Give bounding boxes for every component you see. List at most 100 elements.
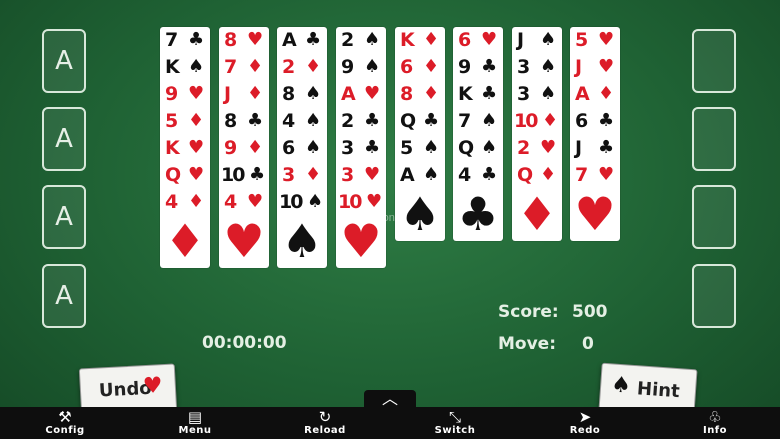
card-stack: 8 ♥ 7 ♦ J ♦ 8 ♣ 9 ♦ 10 ♣ 4 ♥ ♥: [219, 27, 269, 268]
free-cell-4[interactable]: [692, 264, 736, 328]
foundation-slot-1[interactable]: A: [42, 29, 86, 93]
card[interactable]: 6 ♥: [453, 27, 503, 53]
card[interactable]: 7 ♠: [453, 108, 503, 134]
card[interactable]: K ♥: [160, 135, 210, 161]
foundation-slot-4[interactable]: A: [42, 264, 86, 328]
card[interactable]: 4 ♣: [453, 162, 503, 188]
card-big-suit-icon: ♥: [574, 187, 616, 241]
menu-button[interactable]: ▤ Menu: [160, 407, 230, 439]
card-suit-icon: ♥: [364, 83, 381, 104]
free-cell-3[interactable]: [692, 185, 736, 249]
config-label: Config: [45, 425, 85, 436]
card[interactable]: 3 ♦: [277, 162, 327, 188]
card[interactable]: Q ♠: [453, 135, 503, 161]
card[interactable]: Q ♦: [512, 162, 562, 188]
card-rank: 10: [338, 191, 362, 213]
card[interactable]: 9 ♣: [453, 54, 503, 80]
card-suit-icon: ♦: [188, 191, 205, 212]
card-rank: 7: [458, 110, 472, 132]
card-rank: Q: [400, 110, 417, 132]
card-suit-icon: ♦: [423, 83, 440, 104]
card[interactable]: J ♠: [512, 27, 562, 53]
card-rank: 2: [517, 137, 531, 159]
card-rank: K: [458, 83, 473, 105]
card-suit-icon: ♠: [423, 137, 440, 158]
card-suit-icon: ♠: [481, 137, 498, 158]
card[interactable]: 10 ♠: [277, 189, 327, 215]
card[interactable]: 3 ♠: [512, 81, 562, 107]
card[interactable]: 7 ♦: [219, 54, 269, 80]
card[interactable]: 9 ♦: [219, 135, 269, 161]
score-value: 500: [572, 302, 608, 322]
card[interactable]: K ♠: [160, 54, 210, 80]
card-rank: 5: [400, 137, 414, 159]
card[interactable]: 2 ♥: [512, 135, 562, 161]
card[interactable]: K ♣: [453, 81, 503, 107]
card-suit-icon: ♠: [481, 110, 498, 131]
card[interactable]: 6 ♣: [570, 108, 620, 134]
card[interactable]: 5 ♠: [395, 135, 445, 161]
card[interactable]: 6 ♦: [395, 54, 445, 80]
card[interactable]: 3 ♣: [336, 135, 386, 161]
config-button[interactable]: ⚒ Config: [30, 407, 100, 439]
card[interactable]: 3 ♥: [336, 162, 386, 188]
card-suit-icon: ♠: [188, 56, 205, 77]
card-suit-icon: ♠: [305, 83, 322, 104]
card[interactable]: J ♣: [570, 135, 620, 161]
free-cell-2[interactable]: [692, 107, 736, 171]
info-button[interactable]: ♧ Info: [680, 407, 750, 439]
card[interactable]: A ♠: [395, 162, 445, 188]
card[interactable]: 2 ♦: [277, 54, 327, 80]
card[interactable]: 8 ♥: [219, 27, 269, 53]
card[interactable]: 6 ♠: [277, 135, 327, 161]
card[interactable]: 4 ♦: [160, 189, 210, 215]
bottom-toolbar: ⚒ Config ▤ Menu ↻ Reload ⤡ Switch ➤ Redo…: [0, 407, 780, 439]
card[interactable]: Q ♣: [395, 108, 445, 134]
card[interactable]: 9 ♥: [160, 81, 210, 107]
card[interactable]: 10 ♣: [219, 162, 269, 188]
card-stack: 2 ♠ 9 ♠ A ♥ 2 ♣ 3 ♣ 3 ♥ 10 ♥ ♥: [336, 27, 386, 268]
foundation-slot-2[interactable]: A: [42, 107, 86, 171]
card[interactable]: J ♦: [219, 81, 269, 107]
foundation-slot-3[interactable]: A: [42, 185, 86, 249]
card[interactable]: 7 ♣: [160, 27, 210, 53]
free-cell-1[interactable]: [692, 29, 736, 93]
menu-label: Menu: [178, 425, 212, 436]
move-label: Move:: [498, 334, 557, 354]
card[interactable]: 8 ♣: [219, 108, 269, 134]
card[interactable]: 5 ♦: [160, 108, 210, 134]
card-suit-icon: ♦: [423, 56, 440, 77]
card[interactable]: 2 ♣: [336, 108, 386, 134]
reload-button[interactable]: ↻ Reload: [290, 407, 360, 439]
card[interactable]: A ♣: [277, 27, 327, 53]
card[interactable]: 9 ♠: [336, 54, 386, 80]
card-rank: 8: [224, 29, 238, 51]
card[interactable]: A ♦: [570, 81, 620, 107]
card-suit-icon: ♥: [598, 29, 615, 50]
card-rank: 2: [341, 110, 355, 132]
switch-button[interactable]: ⤡ Switch: [420, 407, 490, 439]
card[interactable]: J ♥: [570, 54, 620, 80]
card-suit-icon: ♣: [188, 29, 205, 50]
card[interactable]: Q ♥: [160, 162, 210, 188]
card[interactable]: 4 ♥: [219, 189, 269, 215]
card[interactable]: K ♦: [395, 27, 445, 53]
foundation-label: A: [55, 202, 73, 232]
card-suit-icon: ♠: [364, 56, 381, 77]
card[interactable]: 10 ♦: [512, 108, 562, 134]
redo-button[interactable]: ➤ Redo: [550, 407, 620, 439]
card[interactable]: 2 ♠: [336, 27, 386, 53]
card-rank: 4: [458, 164, 472, 186]
spade-icon: ♠: [610, 372, 632, 399]
card[interactable]: 8 ♦: [395, 81, 445, 107]
card[interactable]: 7 ♥: [570, 162, 620, 188]
expand-toolbar-button[interactable]: ︿: [364, 390, 416, 408]
card[interactable]: 3 ♠: [512, 54, 562, 80]
card-rank: 6: [575, 110, 589, 132]
card[interactable]: A ♥: [336, 81, 386, 107]
card-rank: 8: [224, 110, 238, 132]
card[interactable]: 5 ♥: [570, 27, 620, 53]
card-suit-icon: ♦: [247, 83, 264, 104]
card[interactable]: 8 ♠: [277, 81, 327, 107]
card[interactable]: 4 ♠: [277, 108, 327, 134]
